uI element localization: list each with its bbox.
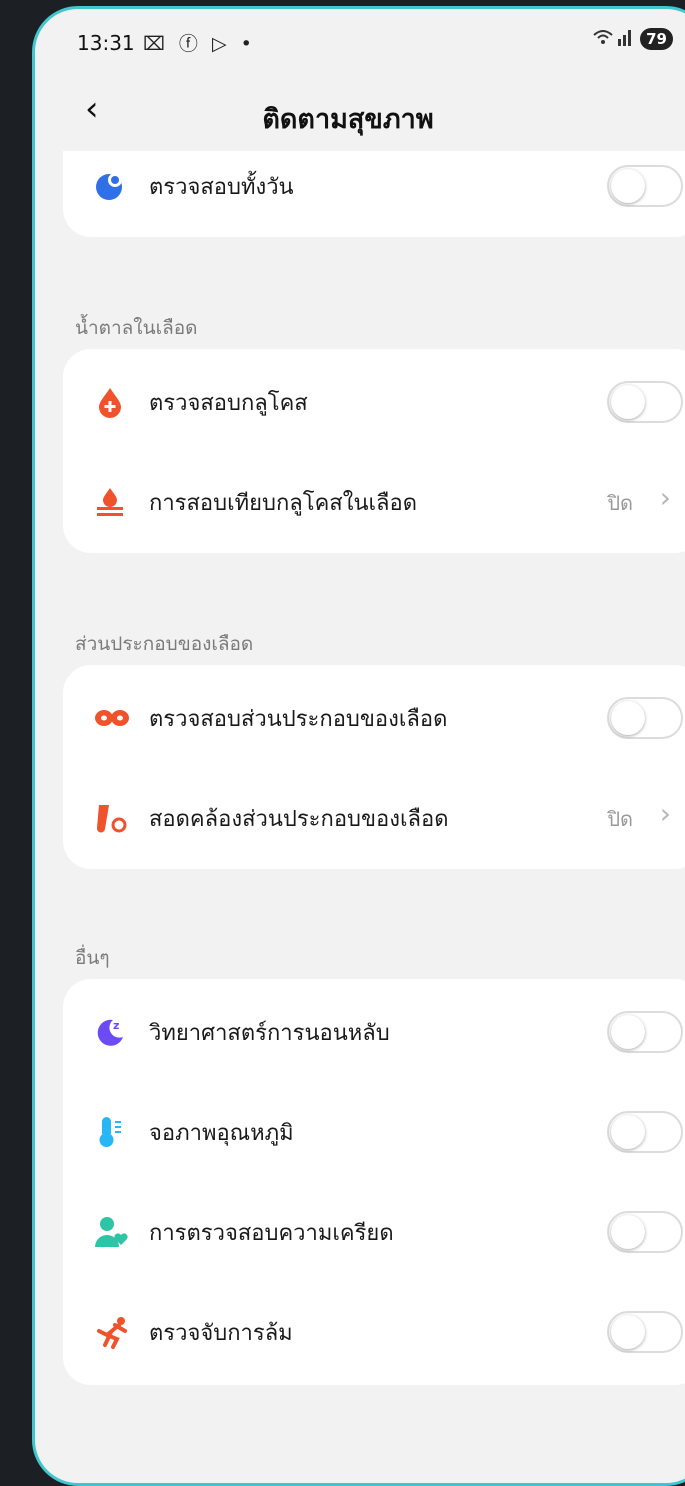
other-card: z วิทยาศาสตร์การนอนหลับ จอภาพอุณหภูมิ กา…	[63, 979, 685, 1385]
row-label: การตรวจสอบความเครียด	[149, 1221, 394, 1246]
battery-level: 79	[640, 28, 673, 50]
calibration-icon	[93, 485, 127, 519]
list-item-blood-sync[interactable]: สอดคล้องส่วนประกอบของเลือด ปิด ›	[63, 765, 685, 871]
sleep-moon-icon: z	[93, 1015, 127, 1049]
phone-screen: 13:31 ⌧ ⓕ ▷ • 79 ‹ ติดตามสุขภาพ ตรวจสอบท…	[32, 6, 685, 1486]
list-item-sleep[interactable]: z วิทยาศาสตร์การนอนหลับ	[63, 979, 685, 1085]
list-item-all-day[interactable]: ตรวจสอบทั้งวัน	[63, 133, 685, 239]
glucose-card: ตรวจสอบกลูโคส การสอบเทียบกลูโคสในเลือด ป…	[63, 349, 685, 553]
toggle-switch[interactable]	[607, 1311, 683, 1353]
section-title-blood: ส่วนประกอบของเลือด	[75, 633, 254, 655]
row-label: ตรวจสอบส่วนประกอบของเลือด	[149, 707, 448, 732]
toggle-switch[interactable]	[607, 1111, 683, 1153]
toggle-knob	[611, 1115, 645, 1149]
status-right: 79	[592, 27, 673, 51]
toggle-knob	[611, 385, 645, 419]
wifi-signal-icon	[592, 27, 634, 51]
row-label: สอดคล้องส่วนประกอบของเลือด	[149, 807, 449, 832]
list-item-temperature[interactable]: จอภาพอุณหภูมิ	[63, 1079, 685, 1185]
thermometer-icon	[93, 1115, 127, 1149]
chevron-right-icon: ›	[659, 797, 671, 830]
toggle-switch[interactable]	[607, 165, 683, 207]
toggle-switch[interactable]	[607, 697, 683, 739]
toggle-switch[interactable]	[607, 1211, 683, 1253]
toggle-switch[interactable]	[607, 381, 683, 423]
list-item-fall-detection[interactable]: ตรวจจับการล้ม	[63, 1279, 685, 1385]
list-item-stress[interactable]: การตรวจสอบความเครียด	[63, 1179, 685, 1285]
toggle-knob	[611, 1015, 645, 1049]
row-label: วิทยาศาสตร์การนอนหลับ	[149, 1021, 390, 1046]
svg-text:z: z	[113, 1019, 119, 1032]
row-value: ปิด	[607, 491, 633, 515]
section-title-glucose: น้ำตาลในเลือด	[75, 317, 198, 339]
status-time: 13:31	[77, 31, 135, 55]
toggle-knob	[611, 1315, 645, 1349]
stress-person-icon	[93, 1215, 128, 1249]
row-label: ตรวจสอบทั้งวัน	[149, 175, 294, 200]
test-tube-sync-icon	[93, 801, 127, 835]
row-label: การสอบเทียบกลูโคสในเลือด	[149, 491, 418, 516]
notification-icons: ⌧ ⓕ ▷ •	[143, 33, 256, 55]
section-title-other: อื่นๆ	[75, 947, 110, 969]
chevron-right-icon: ›	[659, 481, 671, 514]
list-item-glucose-monitor[interactable]: ตรวจสอบกลูโคส	[63, 349, 685, 455]
row-label: จอภาพอุณหภูมิ	[149, 1121, 294, 1146]
list-item-blood-monitor[interactable]: ตรวจสอบส่วนประกอบของเลือด	[63, 665, 685, 771]
all-day-card: ตรวจสอบทั้งวัน	[63, 151, 685, 237]
toggle-knob	[611, 1215, 645, 1249]
water-drop-icon	[93, 169, 127, 203]
toggle-knob	[611, 701, 645, 735]
blood-cells-icon	[93, 701, 129, 735]
list-item-glucose-calibration[interactable]: การสอบเทียบกลูโคสในเลือด ปิด ›	[63, 449, 685, 555]
fall-detection-icon	[93, 1315, 127, 1349]
row-value: ปิด	[607, 807, 633, 831]
blood-drop-plus-icon	[93, 385, 127, 419]
status-bar: 13:31 ⌧ ⓕ ▷ • 79	[35, 9, 685, 79]
row-label: ตรวจสอบกลูโคส	[149, 391, 308, 416]
row-label: ตรวจจับการล้ม	[149, 1321, 293, 1346]
blood-card: ตรวจสอบส่วนประกอบของเลือด สอดคล้องส่วนปร…	[63, 665, 685, 869]
toggle-switch[interactable]	[607, 1011, 683, 1053]
toggle-knob	[611, 169, 645, 203]
